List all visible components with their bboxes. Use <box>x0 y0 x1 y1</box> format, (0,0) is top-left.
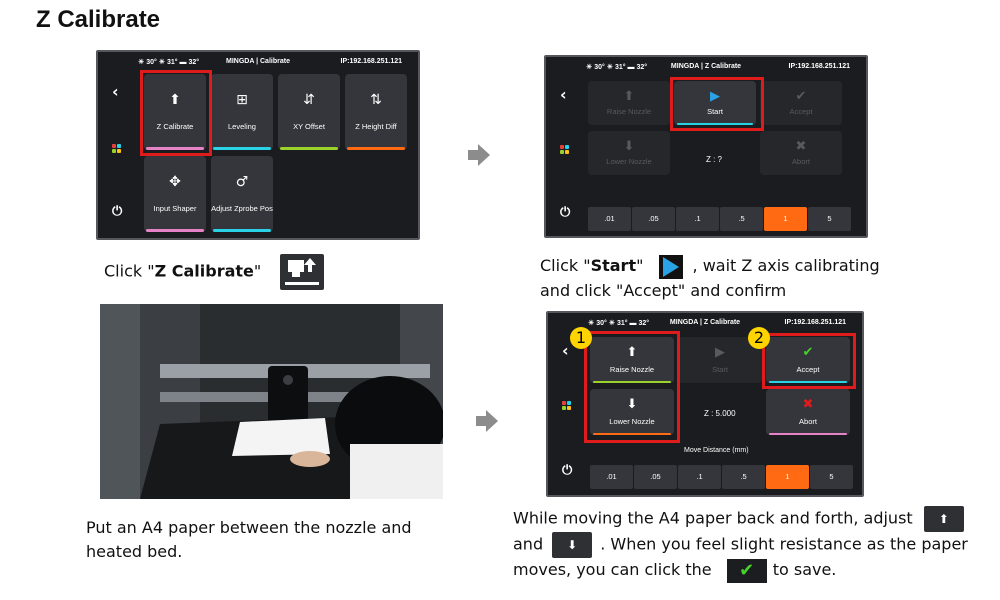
raise-nozzle-icon: ⬆ <box>623 89 635 104</box>
step3-caption: Put an A4 paper between the nozzle and h… <box>86 518 412 561</box>
apps-icon[interactable] <box>560 145 570 155</box>
lower-nozzle-button[interactable]: ⬇ Lower Nozzle <box>588 131 670 175</box>
apps-icon[interactable] <box>562 401 572 411</box>
distance-option[interactable]: .05 <box>634 465 677 489</box>
close-icon: ✖ <box>802 397 814 412</box>
ip-address: IP:192.168.251.121 <box>784 319 847 326</box>
z-value: Z : 5.000 <box>704 409 736 418</box>
back-icon[interactable]: ‹ <box>562 341 569 360</box>
apps-icon[interactable] <box>112 144 122 154</box>
power-icon[interactable]: ⏻ <box>560 205 570 220</box>
play-icon: ▶ <box>715 345 725 360</box>
check-icon: ✔ <box>726 558 767 583</box>
lower-nozzle-icon: ⬇ <box>552 532 593 558</box>
arrow-right-icon <box>468 144 490 166</box>
distance-option[interactable]: .01 <box>590 465 633 489</box>
back-icon[interactable]: ‹ <box>112 82 119 101</box>
distance-option[interactable]: .05 <box>632 207 675 231</box>
step4-caption: While moving the A4 paper back and forth… <box>513 506 993 583</box>
distance-option-selected[interactable]: 1 <box>764 207 807 231</box>
tile-adjust-zprobe[interactable]: ♂ Adjust Zprobe Pos <box>211 156 273 232</box>
tile-leveling[interactable]: ⊞ Leveling <box>211 74 273 150</box>
close-icon: ✖ <box>795 139 807 154</box>
z-calibrate-icon <box>280 254 325 290</box>
move-icon: ✥ <box>169 174 181 190</box>
distance-option[interactable]: .1 <box>678 465 721 489</box>
arrow-right-icon <box>476 410 498 432</box>
play-icon <box>658 254 683 279</box>
raise-nozzle-icon: ⬆ <box>923 506 964 532</box>
step-badge-1: 1 <box>570 327 592 349</box>
power-icon[interactable]: ⏻ <box>562 463 572 478</box>
z-calibrate-screen-start: ☀ 30° ☀ 31° ▬ 32° MINGDA | Z Calibrate I… <box>544 55 868 238</box>
status-bar: ☀ 30° ☀ 31° ▬ 32° MINGDA | Calibrate IP:… <box>98 52 418 72</box>
lower-nozzle-icon: ⬇ <box>623 139 635 154</box>
distance-option[interactable]: .1 <box>676 207 719 231</box>
xy-offset-icon: ⇵ <box>303 92 315 108</box>
ip-address: IP:192.168.251.121 <box>788 63 851 70</box>
distance-option-selected[interactable]: 1 <box>766 465 809 489</box>
distance-option[interactable]: .01 <box>588 207 631 231</box>
ip-address: IP:192.168.251.121 <box>340 58 403 65</box>
power-icon[interactable]: ⏻ <box>112 204 122 219</box>
tile-z-height-diff[interactable]: ⇅ Z Height Diff <box>345 74 407 150</box>
step1-caption: Click "Z Calibrate" <box>104 254 325 290</box>
accept-button[interactable]: ✔ Accept <box>760 81 842 125</box>
status-bar: ☀ 30° ☀ 31° ▬ 32° MINGDA | Z Calibrate I… <box>548 313 862 333</box>
grid-icon: ⊞ <box>236 92 248 108</box>
raise-nozzle-button[interactable]: ⬆ Raise Nozzle <box>588 81 670 125</box>
tile-xy-offset[interactable]: ⇵ XY Offset <box>278 74 340 150</box>
check-icon: ✔ <box>795 89 807 104</box>
z-value: Z : ? <box>706 155 723 164</box>
highlight-accept <box>762 333 856 389</box>
highlight-z-calibrate <box>140 70 212 156</box>
highlight-start <box>670 77 764 131</box>
highlight-nozzle-buttons <box>584 331 680 443</box>
tile-input-shaper[interactable]: ✥ Input Shaper <box>144 156 206 232</box>
distance-option[interactable]: 5 <box>810 465 853 489</box>
distance-option[interactable]: .5 <box>722 465 765 489</box>
probe-icon: ♂ <box>235 174 249 190</box>
move-distance-label: Move Distance (mm) <box>684 447 749 454</box>
abort-button[interactable]: ✖ Abort <box>766 389 850 435</box>
step2-caption: Click "Start" , wait Z axis calibrating … <box>540 254 880 300</box>
calibrate-screen: ☀ 30° ☀ 31° ▬ 32° MINGDA | Calibrate IP:… <box>96 50 420 240</box>
status-bar: ☀ 30° ☀ 31° ▬ 32° MINGDA | Z Calibrate I… <box>546 57 866 77</box>
back-icon[interactable]: ‹ <box>560 85 567 104</box>
distance-option[interactable]: 5 <box>808 207 851 231</box>
abort-button[interactable]: ✖ Abort <box>760 131 842 175</box>
printer-photo <box>100 304 443 499</box>
z-height-icon: ⇅ <box>370 92 382 108</box>
step-badge-2: 2 <box>748 327 770 349</box>
printer-illustration <box>100 304 443 499</box>
z-calibrate-screen-adjust: ☀ 30° ☀ 31° ▬ 32° MINGDA | Z Calibrate I… <box>546 311 864 497</box>
distance-option[interactable]: .5 <box>720 207 763 231</box>
page-title: Z Calibrate <box>36 6 161 33</box>
